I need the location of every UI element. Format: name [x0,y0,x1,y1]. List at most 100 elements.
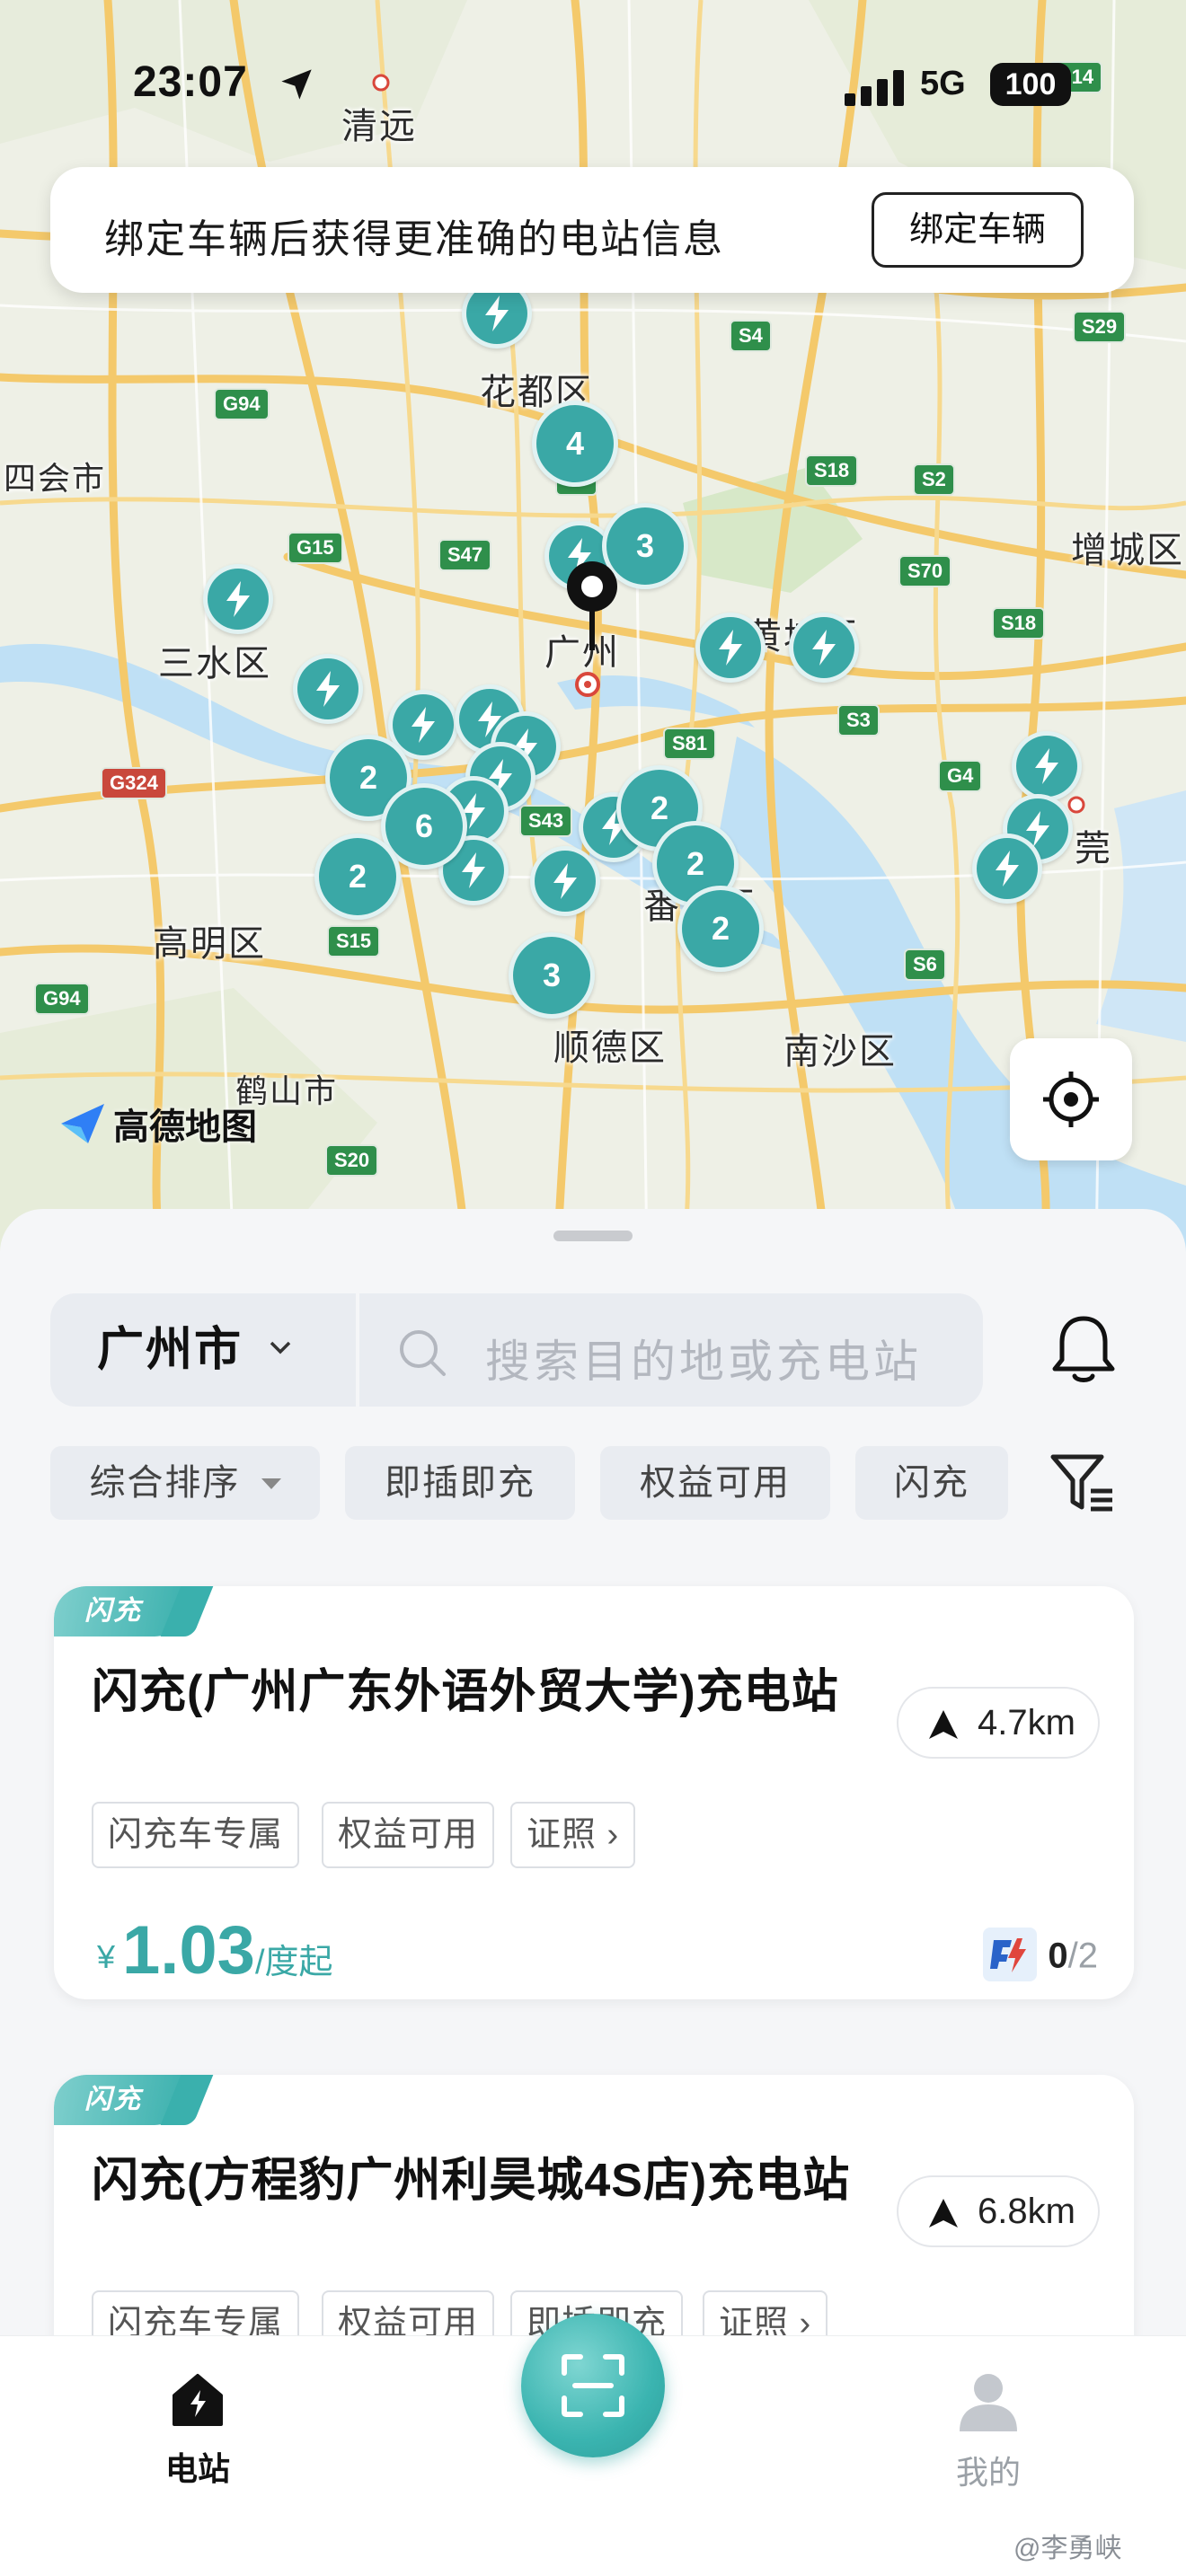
highway-shield: S3 [837,704,880,737]
available-count: 0 [1048,1936,1068,1976]
station-pin[interactable] [203,564,273,634]
map-label-dongguan: 莞 [1075,829,1112,869]
map-label-gaoming: 高明区 [153,924,266,964]
filter-icon[interactable] [1049,1451,1116,1516]
signal-icon [845,70,904,106]
station-pin[interactable] [789,613,859,683]
sheet-drag-handle[interactable] [553,1231,633,1241]
locate-me-button[interactable] [1010,1038,1132,1160]
price-value: 1.03 [122,1912,255,1989]
tag-exclusive: 闪充车专属 [92,1802,300,1868]
map-label-sihui: 四会市 [4,460,107,497]
navigation-arrow-icon [929,1710,958,1739]
map-provider-name: 高德地图 [113,1107,257,1147]
tab-stations-label: 电站 [164,2450,230,2487]
lightning-icon [996,851,1019,887]
highway-shield: S20 [325,1144,379,1177]
lightning-icon [316,671,340,707]
total-count: /2 [1067,1936,1098,1976]
highway-shield: G4 [938,760,983,792]
city-selector[interactable]: 广州市 [50,1293,356,1407]
highway-shield: S15 [327,925,381,957]
filter-benefits[interactable]: 权益可用 [600,1446,830,1520]
watermark: @李勇峡 [1013,2534,1122,2563]
scan-to-charge-button[interactable] [521,2314,665,2457]
station-cluster[interactable]: 3 [509,932,595,1019]
tag-license[interactable]: 证照 › [510,1802,636,1868]
lightning-icon [553,863,577,899]
chevron-down-icon [270,1341,291,1354]
navigate-distance-button[interactable]: 6.8km [897,2175,1100,2247]
highway-shield: S29 [1073,311,1127,343]
highway-shield: S43 [519,805,573,837]
price-unit: /度起 [254,1944,333,1981]
network-type: 5G [920,65,966,102]
station-pin[interactable] [293,654,363,724]
navigate-distance-button[interactable]: 4.7km [897,1687,1100,1759]
flash-charger-icon [983,1928,1038,1981]
tab-stations[interactable]: 电站 [108,2369,288,2490]
station-distance: 4.7km [978,1703,1075,1742]
highway-shield: S4 [730,320,772,352]
filter-flash-charge[interactable]: 闪充 [855,1446,1008,1520]
lightning-icon [226,581,250,617]
tab-mine[interactable]: 我的 [898,2369,1078,2493]
bind-vehicle-button[interactable]: 绑定车辆 [872,192,1084,268]
battery-indicator: 100 [990,63,1071,106]
highway-shield: S81 [663,728,717,760]
station-pin[interactable] [695,613,766,683]
filter-sort[interactable]: 综合排序 [50,1446,320,1520]
map-label-nansha: 南沙区 [783,1032,897,1072]
status-time: 23:07 [133,58,248,106]
flash-charge-badge: 闪充 [54,1586,187,1636]
station-pin[interactable] [1012,731,1082,801]
map-label-sanshui: 三水区 [158,644,271,684]
highway-shield: G324 [101,767,167,799]
lightning-icon [812,630,836,666]
search-icon [400,1330,446,1376]
map-label-shunde: 顺德区 [553,1028,667,1068]
amap-logo-icon [61,1104,104,1143]
search-input[interactable]: 搜索目的地或充电站 [359,1293,983,1407]
filter-sort-label: 综合排序 [89,1463,241,1503]
station-pin[interactable] [972,834,1042,904]
map-label-zengcheng: 增城区 [1071,531,1184,570]
lightning-icon [1035,748,1058,784]
station-name: 闪充(方程豹广州利昊城4S店)充电站 [92,2155,851,2207]
highway-shield: G15 [288,532,343,564]
tab-mine-label: 我的 [955,2454,1021,2491]
highway-shield: G94 [34,983,90,1015]
tag-benefits: 权益可用 [322,1802,495,1868]
lightning-icon [412,707,435,743]
lightning-icon [719,630,742,666]
caret-down-icon [261,1478,281,1490]
filter-plug-and-charge[interactable]: 即插即充 [345,1446,575,1520]
highway-shield: S18 [805,454,859,487]
banner-text: 绑定车辆后获得更准确的电站信息 [104,217,724,261]
navigation-arrow-icon [929,2199,958,2228]
station-distance: 6.8km [978,2192,1075,2231]
location-arrow-icon [281,69,312,100]
flash-charge-badge: 闪充 [54,2075,187,2125]
map-view[interactable]: 清远 花都区 四会市 增城区 三水区 广州 黄埔区 莞 番禺区 高明区 顺德区 … [0,0,1186,1257]
bind-vehicle-banner: 绑定车辆后获得更准确的电站信息 绑定车辆 [50,167,1134,293]
station-cluster[interactable]: 4 [532,401,618,487]
map-provider-logo: 高德地图 [58,1098,257,1150]
highway-shield: S6 [904,948,946,981]
station-cluster[interactable]: 2 [314,834,401,920]
highway-shield: S18 [992,607,1046,640]
crosshair-icon [1043,1072,1099,1127]
station-card[interactable]: 闪充 闪充(广州广东外语外贸大学)充电站 4.7km 闪充车专属 权益可用 证照… [54,1586,1134,1999]
station-pin[interactable] [530,846,600,916]
search-placeholder: 搜索目的地或充电站 [485,1337,922,1387]
highway-shield: S70 [898,555,952,587]
station-home-icon [173,2374,223,2426]
station-price: ¥1.03/度起 [97,1911,333,1989]
bell-icon[interactable] [1049,1313,1118,1385]
highway-shield: S2 [913,463,955,496]
price-currency: ¥ [97,1938,116,1975]
lightning-icon [485,296,509,331]
city-name: 广州市 [97,1324,243,1376]
station-cluster[interactable]: 2 [677,886,764,972]
charger-availability: 0/2 [983,1928,1098,1985]
